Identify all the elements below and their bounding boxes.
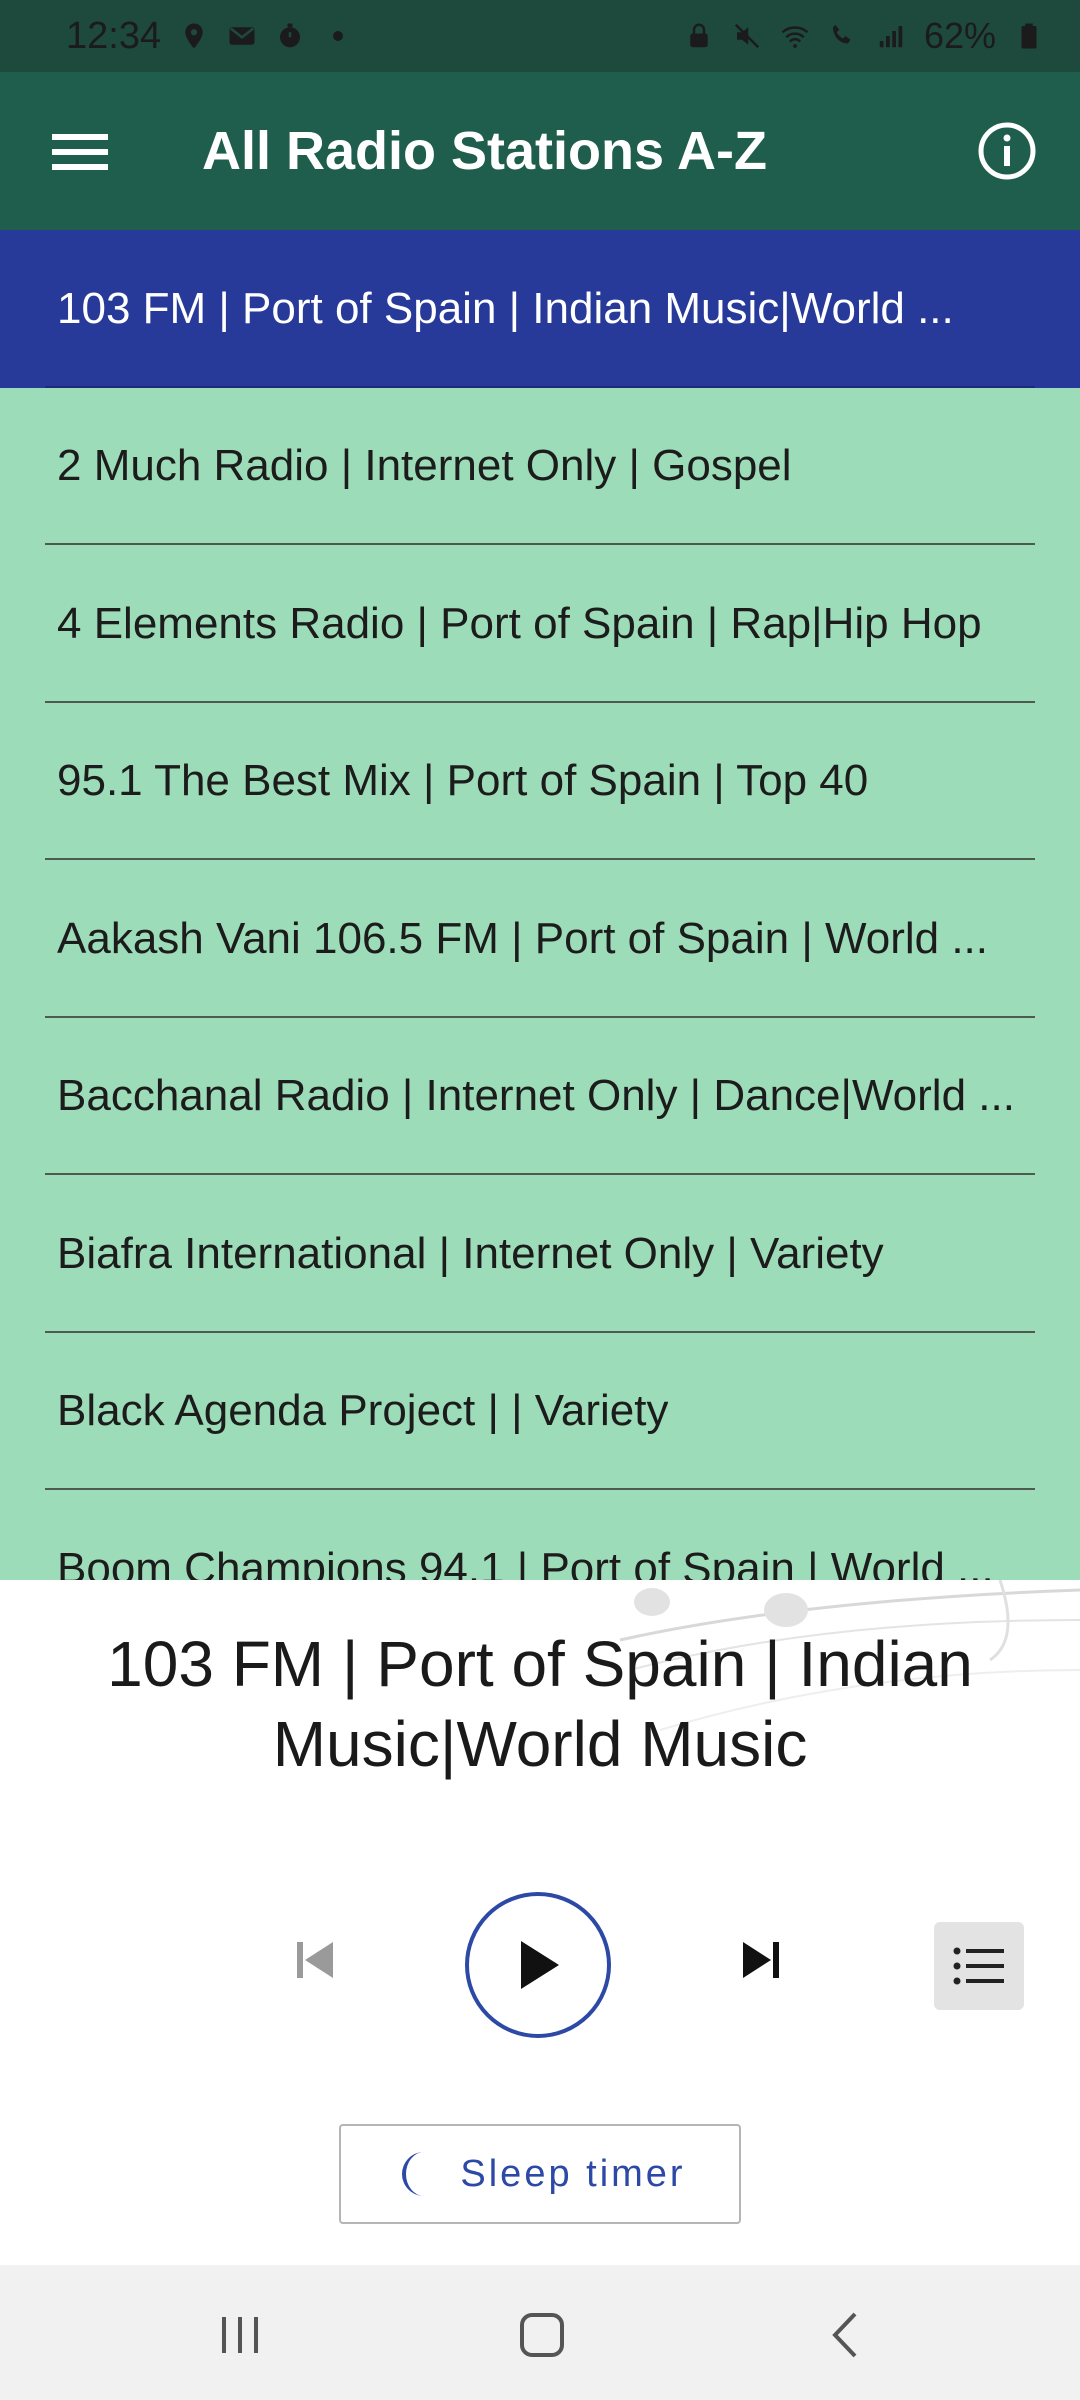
page-title: All Radio Stations A-Z bbox=[202, 121, 767, 181]
list-item[interactable]: 95.1 The Best Mix | Port of Spain | Top … bbox=[0, 703, 1080, 861]
list-item[interactable]: 2 Much Radio | Internet Only | Gospel bbox=[0, 388, 1080, 546]
list-item[interactable]: 103 FM | Port of Spain | Indian Music|Wo… bbox=[0, 230, 1080, 388]
play-icon bbox=[521, 1941, 559, 1989]
previous-icon bbox=[297, 1942, 333, 1978]
info-icon bbox=[978, 122, 1036, 180]
mute-icon bbox=[734, 23, 760, 49]
list-item[interactable]: Black Agenda Project | | Variety bbox=[0, 1333, 1080, 1491]
station-label: Biafra International | Internet Only | V… bbox=[57, 1228, 884, 1278]
menu-button[interactable] bbox=[50, 122, 110, 182]
sleep-timer-button[interactable]: Sleep timer bbox=[339, 2124, 741, 2224]
battery-icon bbox=[1021, 23, 1037, 49]
wifi-call-icon bbox=[832, 24, 851, 44]
station-label: 103 FM | Port of Spain | Indian Music|Wo… bbox=[57, 283, 954, 333]
previous-button[interactable] bbox=[280, 1925, 350, 1995]
recent-apps-button[interactable] bbox=[200, 2295, 280, 2375]
hamburger-menu-icon bbox=[52, 134, 108, 170]
back-button[interactable] bbox=[805, 2295, 885, 2375]
list-item[interactable]: Biafra International | Internet Only | V… bbox=[0, 1175, 1080, 1333]
station-label: Boom Champions 94.1 | Port of Spain | Wo… bbox=[57, 1543, 994, 1580]
back-icon bbox=[832, 2312, 857, 2358]
home-icon bbox=[520, 2313, 564, 2357]
status-bar: 12:34 62% bbox=[0, 0, 1080, 72]
station-list[interactable]: 103 FM | Port of Spain | Indian Music|Wo… bbox=[0, 230, 1080, 1580]
wifi-icon bbox=[781, 26, 809, 48]
dot-icon bbox=[333, 31, 344, 41]
mail-icon bbox=[229, 27, 255, 45]
station-label: Bacchanal Radio | Internet Only | Dance|… bbox=[57, 1071, 1015, 1121]
moon-icon bbox=[402, 2152, 425, 2196]
system-nav-bar bbox=[0, 2265, 1080, 2400]
now-playing-title: 103 FM | Port of Spain | Indian Music|Wo… bbox=[107, 1628, 973, 1780]
player-panel: 103 FM | Port of Spain | Indian Music|Wo… bbox=[0, 1580, 1080, 2265]
home-button[interactable] bbox=[502, 2295, 582, 2375]
station-label: 4 Elements Radio | Port of Spain | Rap|H… bbox=[57, 598, 982, 648]
next-button[interactable] bbox=[726, 1925, 796, 1995]
play-button[interactable] bbox=[465, 1892, 611, 2038]
list-item[interactable]: 4 Elements Radio | Port of Spain | Rap|H… bbox=[0, 545, 1080, 703]
playlist-icon bbox=[953, 1947, 1004, 1985]
status-time: 12:34 bbox=[66, 14, 162, 57]
station-label: Aakash Vani 106.5 FM | Port of Spain | W… bbox=[57, 913, 989, 963]
station-label: 95.1 The Best Mix | Port of Spain | Top … bbox=[57, 756, 869, 806]
location-icon bbox=[185, 23, 203, 49]
sleep-timer-label: Sleep timer bbox=[460, 2152, 686, 2195]
battery-level: 62% bbox=[923, 15, 996, 56]
recent-apps-icon bbox=[222, 2317, 258, 2353]
info-button[interactable] bbox=[974, 118, 1040, 184]
station-label: Black Agenda Project | | Variety bbox=[57, 1386, 669, 1436]
next-icon bbox=[743, 1942, 779, 1978]
station-label: 2 Much Radio | Internet Only | Gospel bbox=[57, 441, 792, 491]
status-left: 12:34 bbox=[66, 15, 353, 58]
playlist-button[interactable] bbox=[934, 1922, 1024, 2010]
list-item[interactable]: Bacchanal Radio | Internet Only | Dance|… bbox=[0, 1018, 1080, 1176]
timer-icon bbox=[280, 23, 301, 48]
list-item[interactable]: Boom Champions 94.1 | Port of Spain | Wo… bbox=[0, 1490, 1080, 1580]
signal-icon bbox=[879, 26, 903, 48]
status-right: 62% bbox=[684, 15, 1044, 57]
list-item[interactable]: Aakash Vani 106.5 FM | Port of Spain | W… bbox=[0, 860, 1080, 1018]
lock-icon bbox=[690, 23, 708, 48]
app-bar: All Radio Stations A-Z bbox=[0, 72, 1080, 230]
